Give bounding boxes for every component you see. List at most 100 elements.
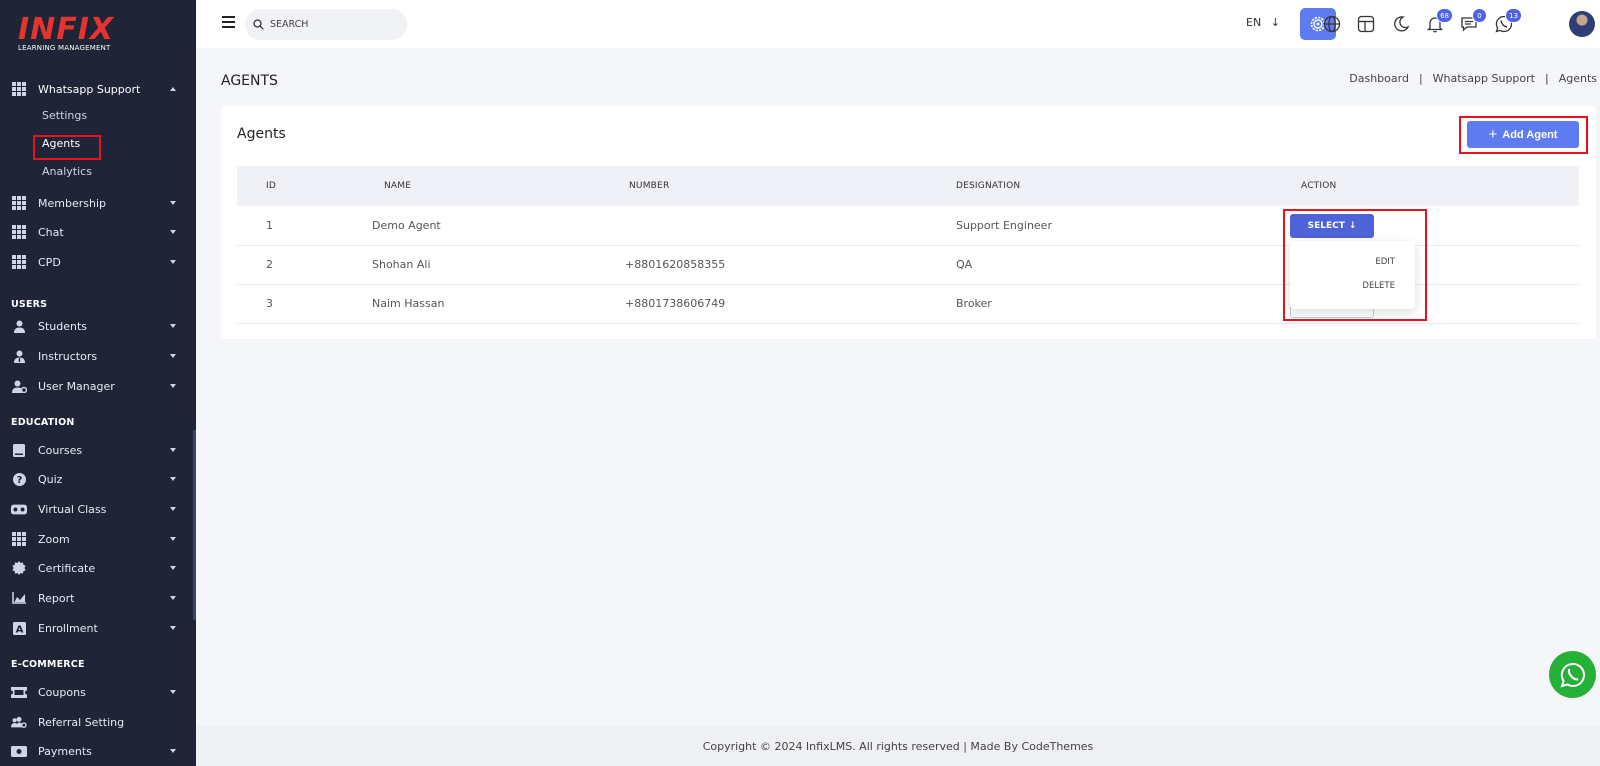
grid-icon	[11, 254, 27, 270]
sidebar-item-label: Certificate	[38, 561, 96, 575]
chevron-down-icon	[170, 477, 176, 481]
cell-id: 3	[266, 297, 273, 310]
chart-area-icon	[11, 590, 27, 606]
section-title-ecommerce: E-COMMERCE	[11, 659, 85, 670]
certificate-icon	[11, 560, 27, 576]
section-title-users: USERS	[11, 299, 48, 310]
sidebar-item-courses[interactable]: Courses	[0, 437, 196, 463]
sidebar-item-students[interactable]: Students	[0, 313, 196, 339]
users-gear-icon	[11, 714, 27, 730]
sidebar-scrollbar[interactable]	[193, 430, 196, 620]
column-header-id[interactable]: ID	[237, 166, 372, 206]
user-icon	[11, 318, 27, 334]
column-header-number[interactable]: NUMBER	[625, 166, 956, 206]
menu-toggle-icon[interactable]	[222, 16, 235, 31]
sidebar-item-referral-setting[interactable]: Referral Setting	[0, 709, 196, 735]
sidebar-item-virtual-class[interactable]: Virtual Class	[0, 496, 196, 522]
breadcrumb-separator: |	[1544, 72, 1549, 85]
messages-button[interactable]: 0	[1459, 8, 1487, 34]
globe-button[interactable]	[1322, 14, 1342, 34]
vr-headset-icon	[11, 501, 27, 517]
sidebar-item-enrollment[interactable]: A Enrollment	[0, 615, 196, 641]
layout-button[interactable]	[1356, 14, 1376, 34]
sidebar-item-membership[interactable]: Membership	[0, 190, 196, 216]
grid-icon	[11, 195, 27, 211]
cell-number	[625, 206, 956, 245]
whatsapp-button[interactable]: 13	[1494, 8, 1522, 34]
sidebar-item-label: Students	[38, 319, 88, 333]
grid-icon	[11, 224, 27, 240]
whatsapp-chat-button[interactable]	[1549, 651, 1596, 698]
chevron-down-icon	[170, 384, 176, 388]
breadcrumb-whatsapp-support[interactable]: Whatsapp Support	[1433, 72, 1535, 85]
sidebar-item-coupons[interactable]: Coupons	[0, 679, 196, 705]
ticket-icon	[11, 684, 27, 700]
cell-designation: Support Engineer	[956, 218, 1052, 232]
sidebar-item-label: Membership	[38, 196, 106, 210]
cell-number: +8801620858355	[625, 258, 726, 271]
chevron-down-icon	[170, 448, 176, 452]
highlight-box-action	[1283, 209, 1427, 321]
cell-id: 1	[266, 218, 273, 232]
sidebar-item-instructors[interactable]: Instructors	[0, 343, 196, 369]
column-header-action: ACTION	[1301, 181, 1337, 191]
cell-designation: Broker	[956, 297, 992, 310]
chevron-down-icon	[170, 324, 176, 328]
language-selector[interactable]: EN ↓	[1246, 16, 1280, 29]
cell-name: Naim Hassan	[372, 297, 445, 310]
sidebar-subitem-settings[interactable]: Settings	[42, 109, 87, 122]
language-code: EN	[1246, 16, 1262, 29]
sidebar-item-chat[interactable]: Chat	[0, 219, 196, 245]
breadcrumb-agents: Agents	[1558, 72, 1597, 85]
column-header-name[interactable]: NAME	[372, 166, 625, 206]
sidebar-item-label: Instructors	[38, 349, 98, 363]
cell-name: Demo Agent	[372, 218, 441, 232]
logo-wordmark: INFIX	[18, 12, 115, 47]
search-box[interactable]	[245, 9, 407, 40]
sidebar-item-label: Enrollment	[38, 621, 98, 635]
sidebar-item-label: Report	[38, 591, 75, 605]
svg-text:A: A	[15, 624, 23, 635]
highlight-box-add-agent	[1459, 116, 1588, 154]
logo[interactable]: INFIX LEARNING MANAGEMENT	[18, 12, 115, 53]
globe-icon	[1323, 15, 1341, 33]
sidebar-item-payments[interactable]: Payments	[0, 738, 196, 764]
chevron-down-icon	[170, 201, 176, 205]
notifications-button[interactable]: 68	[1425, 8, 1453, 34]
sidebar-item-whatsapp-support[interactable]: Whatsapp Support	[0, 76, 196, 102]
sidebar-item-cpd[interactable]: CPD	[0, 249, 196, 275]
sidebar-item-label: Chat	[38, 225, 64, 239]
dark-mode-button[interactable]	[1391, 14, 1411, 34]
footer: Copyright © 2024 InfixLMS. All rights re…	[196, 726, 1600, 766]
cell-number: +8801738606749	[625, 297, 726, 310]
sidebar-item-quiz[interactable]: ? Quiz	[0, 466, 196, 492]
sidebar-item-label: Zoom	[38, 532, 70, 546]
sidebar-item-zoom[interactable]: Zoom	[0, 526, 196, 552]
sidebar: INFIX LEARNING MANAGEMENT Whatsapp Suppo…	[0, 0, 196, 766]
breadcrumb: Dashboard | Whatsapp Support | Agents	[1349, 72, 1597, 85]
chevron-down-icon	[170, 690, 176, 694]
user-gear-icon	[11, 378, 27, 394]
breadcrumb-dashboard[interactable]: Dashboard	[1349, 72, 1409, 85]
column-header-designation[interactable]: DESIGNATION	[956, 166, 1301, 206]
sidebar-item-certificate[interactable]: Certificate	[0, 555, 196, 581]
sidebar-subitem-analytics[interactable]: Analytics	[42, 165, 92, 178]
sidebar-item-user-manager[interactable]: User Manager	[0, 373, 196, 399]
grid-icon	[11, 531, 27, 547]
cell-designation: QA	[956, 258, 973, 271]
search-input[interactable]	[270, 19, 390, 30]
chevron-up-icon	[170, 87, 176, 91]
avatar[interactable]	[1569, 11, 1595, 37]
sidebar-item-label: Quiz	[38, 472, 63, 486]
sidebar-item-label: Coupons	[38, 685, 86, 699]
book-icon	[11, 442, 27, 458]
sidebar-item-label: Whatsapp Support	[38, 82, 141, 96]
sidebar-item-report[interactable]: Report	[0, 585, 196, 611]
highlight-box-agents	[33, 135, 101, 160]
cell-id: 2	[266, 258, 273, 271]
chevron-down-icon	[170, 566, 176, 570]
layout-icon	[1357, 15, 1375, 33]
chevron-down-icon	[170, 260, 176, 264]
page-title: AGENTS	[221, 73, 278, 89]
whatsapp-icon	[1559, 662, 1585, 688]
